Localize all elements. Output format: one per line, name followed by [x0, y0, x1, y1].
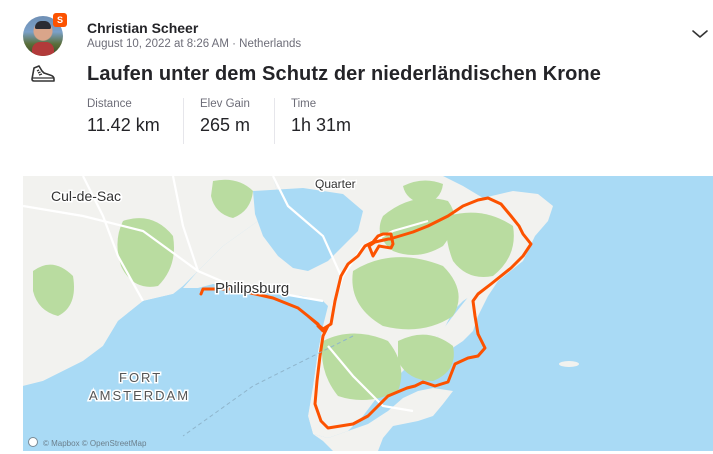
- stat-value: 11.42 km: [87, 115, 160, 135]
- map-label-cul-de-sac: Cul-de-Sac: [51, 188, 121, 204]
- shoe-icon: [31, 65, 55, 82]
- map-label-quarter: Quarter: [315, 177, 356, 191]
- mapbox-logo-icon[interactable]: [28, 437, 38, 447]
- route-map[interactable]: Quarter Cul-de-Sac Philipsburg FORT AMST…: [23, 176, 713, 451]
- stat-time: Time 1h 31m: [291, 98, 351, 144]
- stat-divider: [183, 98, 184, 144]
- map-label-philipsburg: Philipsburg: [215, 280, 289, 297]
- stat-label: Elev Gain: [200, 98, 250, 110]
- activity-title[interactable]: Laufen unter dem Schutz der niederländis…: [87, 63, 601, 86]
- stat-label: Distance: [87, 98, 132, 110]
- islet: [559, 361, 579, 367]
- subscriber-badge: S: [53, 13, 67, 27]
- map-label-fort: FORT: [119, 370, 162, 385]
- stat-distance: Distance 11.42 km: [87, 98, 160, 144]
- avatar-shirt: [32, 42, 54, 56]
- stat-divider: [274, 98, 275, 144]
- map-attribution[interactable]: © Mapbox © OpenStreetMap: [43, 439, 146, 448]
- stat-value: 1h 31m: [291, 115, 352, 135]
- stat-value: 265 m: [200, 115, 251, 135]
- stat-label: Time: [291, 98, 317, 110]
- map-canvas: Quarter Cul-de-Sac Philipsburg FORT AMST…: [23, 176, 579, 451]
- athlete-name[interactable]: Christian Scheer: [87, 20, 198, 36]
- activity-meta: August 10, 2022 at 8:26 AM · Netherlands: [87, 38, 302, 50]
- stat-elev-gain: Elev Gain 265 m: [200, 98, 250, 144]
- avatar-helmet: [35, 21, 51, 29]
- map-label-amsterdam: AMSTERDAM: [89, 388, 190, 403]
- chevron-down-icon[interactable]: [690, 24, 710, 44]
